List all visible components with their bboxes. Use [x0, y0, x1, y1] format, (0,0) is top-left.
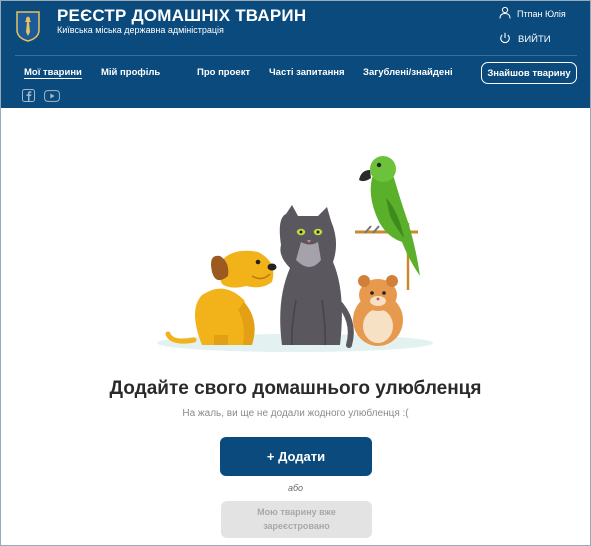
nav-about-project[interactable]: Про проект: [197, 67, 250, 78]
power-icon: [499, 32, 511, 47]
nav-my-profile[interactable]: Мій профіль: [101, 67, 160, 78]
user-name: Птпан Юлія: [517, 8, 566, 19]
user-avatar-icon: [499, 6, 511, 21]
facebook-icon[interactable]: [22, 89, 36, 102]
site-subtitle: Київська міська державна адміністрація: [57, 25, 224, 35]
or-separator: або: [287, 483, 304, 493]
site-header: РЕЄСТР ДОМАШНІХ ТВАРИН Київська міська д…: [1, 1, 590, 108]
nav-my-pets[interactable]: Мої тварини: [24, 67, 82, 78]
add-pet-button[interactable]: + Додати: [220, 437, 372, 476]
registered-button-line2: зареєстровано: [263, 520, 330, 531]
pets-illustration: [150, 150, 440, 355]
logout-button[interactable]: ВИЙТИ: [499, 32, 551, 47]
header-divider: [15, 55, 577, 56]
registered-button-line1: Мою тварину вже: [257, 507, 336, 517]
already-registered-button[interactable]: Мою тварину вже зареєстровано: [221, 501, 372, 538]
youtube-icon[interactable]: [44, 89, 60, 102]
user-menu[interactable]: Птпан Юлія: [499, 6, 566, 21]
found-pet-button[interactable]: Знайшов тварину: [481, 62, 577, 84]
nav-faq[interactable]: Часті запитання: [269, 67, 345, 78]
site-title: РЕЄСТР ДОМАШНІХ ТВАРИН: [57, 6, 307, 25]
kyiv-coat-of-arms-logo[interactable]: [15, 10, 41, 42]
logout-label: ВИЙТИ: [518, 34, 551, 45]
page-heading: Додайте свого домашнього улюбленця: [109, 378, 482, 399]
nav-lost-found[interactable]: Загублені/знайдені: [363, 67, 453, 78]
empty-state-text: На жаль, ви ще не додали жодного улюблен…: [182, 408, 409, 419]
